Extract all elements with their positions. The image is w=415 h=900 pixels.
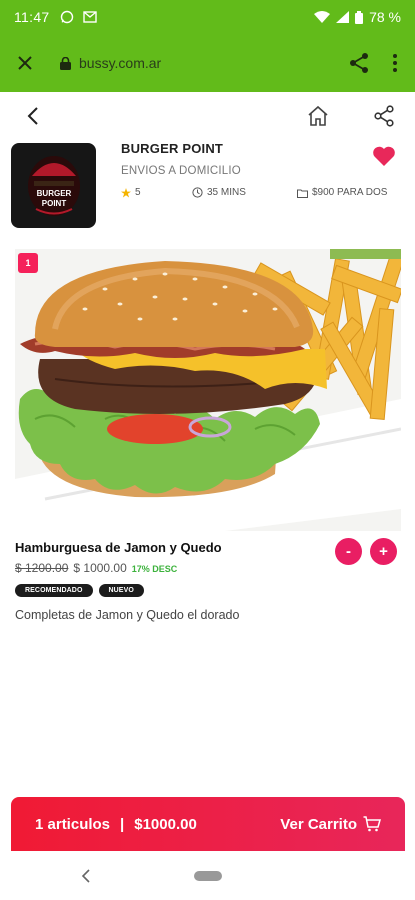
wallet-icon: [297, 189, 308, 198]
view-cart-button[interactable]: Ver Carrito: [280, 816, 381, 833]
url-field[interactable]: bussy.com.ar: [60, 55, 161, 71]
battery-percent: 78 %: [369, 9, 401, 25]
notification-icons: [60, 10, 97, 24]
share-icon[interactable]: [345, 49, 373, 77]
cart-separator: |: [120, 815, 125, 833]
battery-icon: [355, 10, 364, 24]
favorite-heart-icon[interactable]: [372, 145, 396, 167]
delivery-time: 35 MINS: [192, 187, 246, 198]
close-icon[interactable]: [12, 50, 38, 76]
store-name: BURGER POINT: [121, 141, 224, 156]
image-count-badge: 1: [18, 253, 38, 273]
price-for-two-value: $900 PARA DOS: [312, 187, 388, 198]
status-time: 11:47: [14, 9, 50, 25]
increase-quantity-button[interactable]: +: [370, 538, 397, 565]
status-bar: 11:47 78 %: [0, 0, 415, 34]
system-home-pill[interactable]: [194, 871, 222, 881]
share-page-icon[interactable]: [372, 104, 396, 128]
more-options-icon[interactable]: [387, 49, 403, 77]
product-image: [15, 249, 401, 531]
decrease-quantity-button[interactable]: -: [335, 538, 362, 565]
wifi-icon: [314, 11, 331, 23]
view-cart-label: Ver Carrito: [280, 815, 357, 833]
store-rating: 5: [121, 187, 141, 198]
system-back-icon[interactable]: [78, 868, 94, 884]
product-description: Completas de Jamon y Quedo el dorado: [15, 608, 240, 622]
cart-total: $1000.00: [134, 815, 197, 833]
old-price: $ 1200.00: [15, 561, 69, 575]
svg-text:POINT: POINT: [41, 199, 66, 208]
home-icon[interactable]: [306, 104, 330, 128]
price-for-two: $900 PARA DOS: [297, 187, 387, 198]
cart-summary: 1 articulos | $1000.00: [35, 816, 197, 833]
store-logo: BURGER POINT: [11, 143, 96, 228]
product-tags: RECOMENDADO NUEVO: [15, 584, 144, 597]
whatsapp-icon: [60, 10, 73, 24]
back-arrow-icon[interactable]: [22, 104, 46, 128]
svg-text:BURGER: BURGER: [36, 189, 71, 198]
shopping-cart-icon: [363, 816, 381, 832]
discount-label: 17% DESC: [131, 564, 178, 574]
product-title: Hamburguesa de Jamon y Quedo: [15, 540, 222, 555]
browser-toolbar: bussy.com.ar: [0, 34, 415, 92]
gmail-icon: [82, 11, 97, 23]
url-text: bussy.com.ar: [79, 55, 162, 71]
delivery-time-value: 35 MINS: [207, 187, 246, 198]
star-icon: [121, 187, 131, 197]
signal-icon: [336, 11, 350, 23]
store-subtitle: ENVIOS A DOMICILIO: [121, 165, 241, 177]
cart-bar[interactable]: 1 articulos | $1000.00 Ver Carrito: [11, 797, 405, 851]
new-price: $ 1000.00: [73, 561, 127, 575]
lock-icon: [60, 56, 71, 70]
product-prices: $ 1200.00 $ 1000.00 17% DESC: [15, 561, 177, 575]
system-icons: 78 %: [314, 9, 401, 25]
rating-value: 5: [135, 187, 141, 198]
tag-nuevo: NUEVO: [98, 584, 144, 597]
cart-items-count: 1 articulos: [35, 815, 111, 833]
tag-recomendado: RECOMENDADO: [15, 584, 93, 597]
clock-icon: [192, 187, 203, 198]
page-header: [0, 92, 415, 140]
